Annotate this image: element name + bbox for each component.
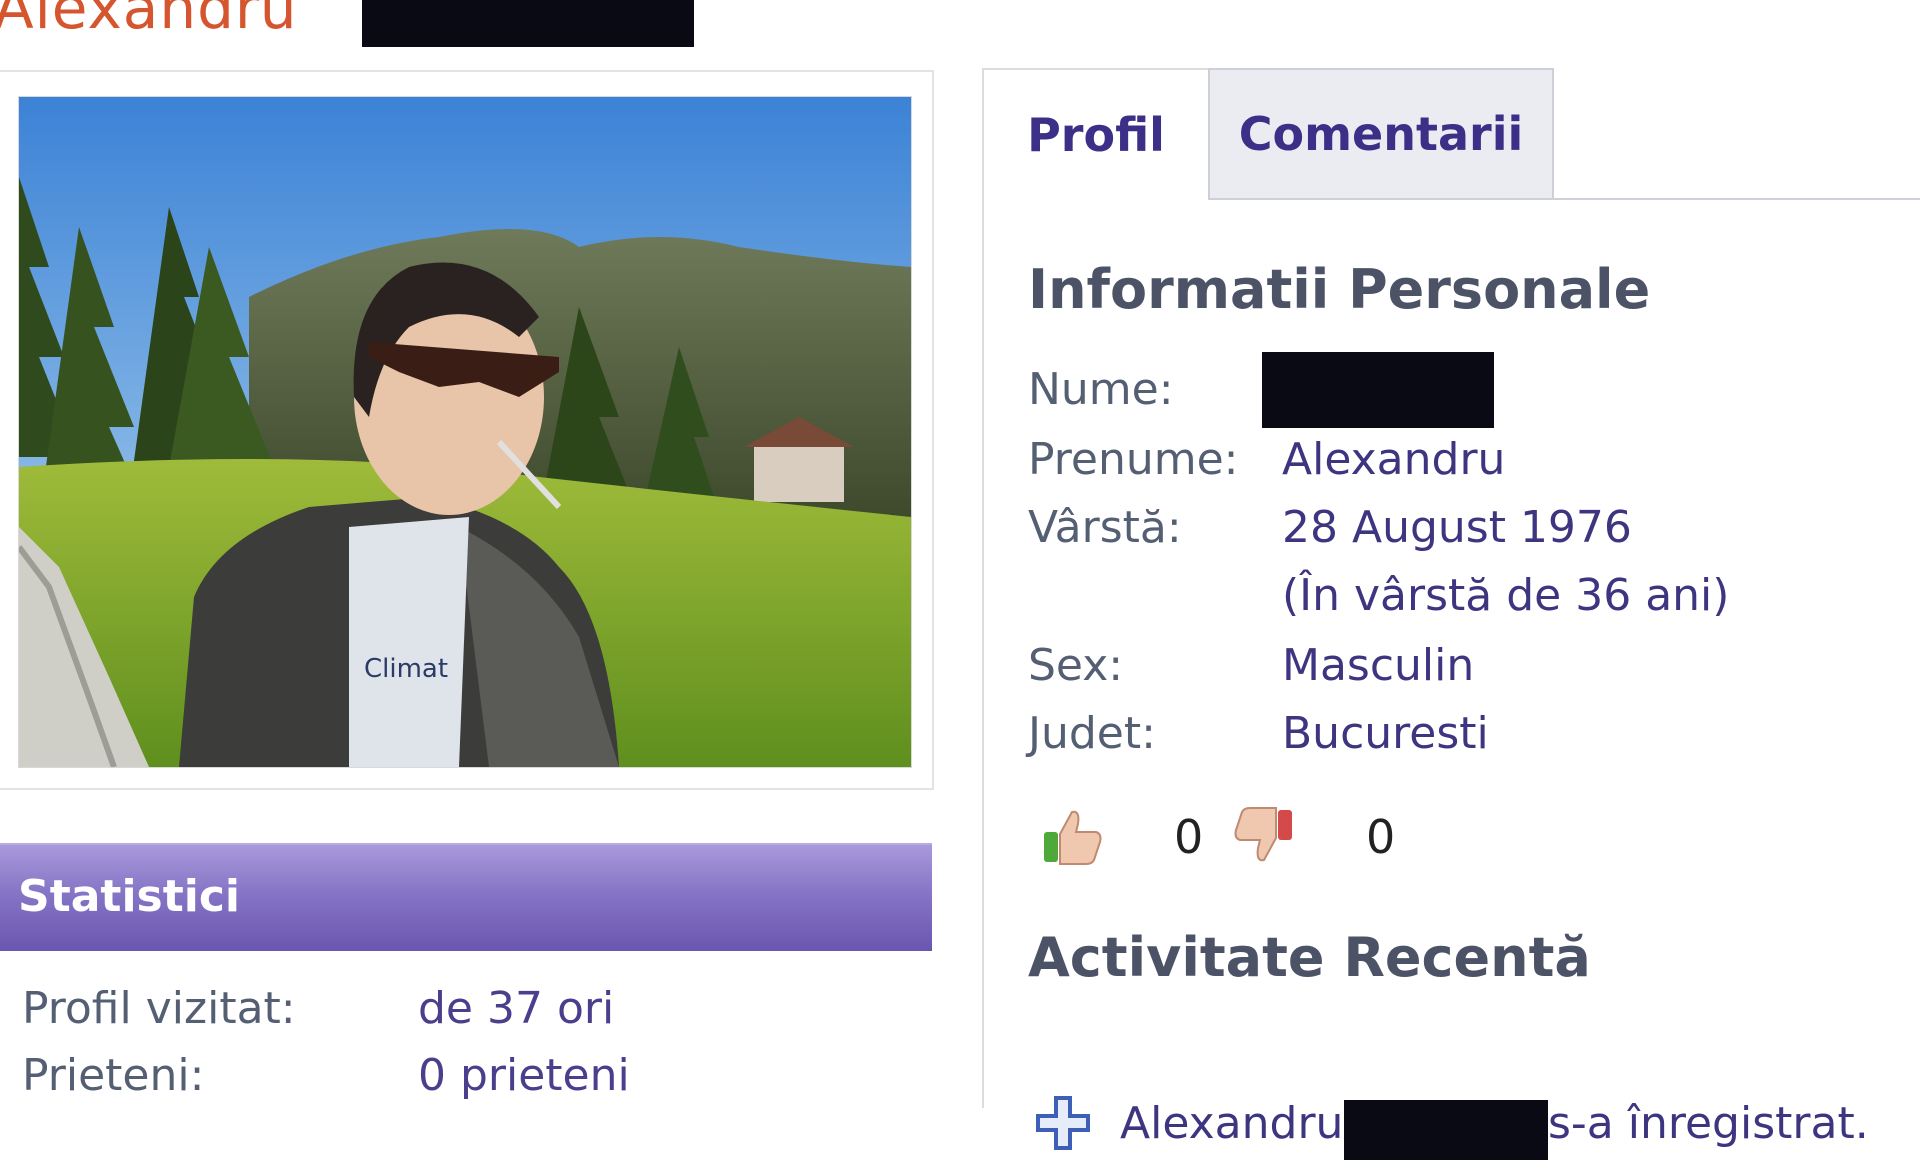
info-value-sex: Masculin (1282, 640, 1475, 691)
redacted-surname (362, 0, 694, 47)
profile-photo-image: Climat (19, 97, 911, 767)
svg-text:Climat: Climat (364, 654, 448, 684)
tab-profil[interactable]: Profil (984, 68, 1208, 200)
thumbs-up-icon[interactable] (1040, 804, 1104, 868)
stat-label-friends: Prieteni: (22, 1050, 205, 1101)
info-label-varsta: Vârstă: (1028, 502, 1182, 553)
stats-header: Statistici (0, 843, 932, 951)
profile-name-heading: Alexandru (0, 0, 298, 42)
profile-photo-panel: Climat (0, 70, 934, 790)
redacted-activity-surname (1344, 1100, 1548, 1160)
stat-label-profile-views: Profil vizitat: (22, 983, 296, 1034)
plus-icon (1034, 1094, 1092, 1152)
stat-value-friends[interactable]: 0 prieteni (418, 1050, 630, 1101)
info-label-nume: Nume: (1028, 364, 1174, 415)
dislike-count: 0 (1366, 810, 1396, 864)
tab-comentarii[interactable]: Comentarii (1208, 68, 1554, 200)
stats-title: Statistici (18, 871, 240, 922)
recent-activity-title: Activitate Recentă (1028, 926, 1591, 989)
info-label-prenume: Prenume: (1028, 434, 1239, 485)
profile-photo[interactable]: Climat (18, 96, 912, 768)
info-value-prenume: Alexandru (1282, 434, 1506, 485)
info-label-judet: Judet: (1028, 708, 1156, 759)
info-value-birthdate: 28 August 1976 (1282, 502, 1632, 553)
profile-details-panel: Profil Comentarii Informatii Personale N… (982, 68, 1920, 1160)
stat-value-profile-views: de 37 ori (418, 983, 615, 1034)
activity-item-text: s-a înregistrat. (1548, 1098, 1869, 1149)
personal-info-title: Informatii Personale (1028, 258, 1651, 321)
info-value-age: (În vârstă de 36 ani) (1282, 570, 1730, 621)
tab-divider (1554, 198, 1920, 200)
like-count: 0 (1174, 810, 1204, 864)
activity-item-name[interactable]: Alexandru (1120, 1098, 1343, 1149)
redacted-nume (1262, 352, 1494, 428)
info-value-judet: Bucuresti (1282, 708, 1489, 759)
thumbs-down-icon[interactable] (1232, 804, 1296, 868)
info-label-sex: Sex: (1028, 640, 1124, 691)
